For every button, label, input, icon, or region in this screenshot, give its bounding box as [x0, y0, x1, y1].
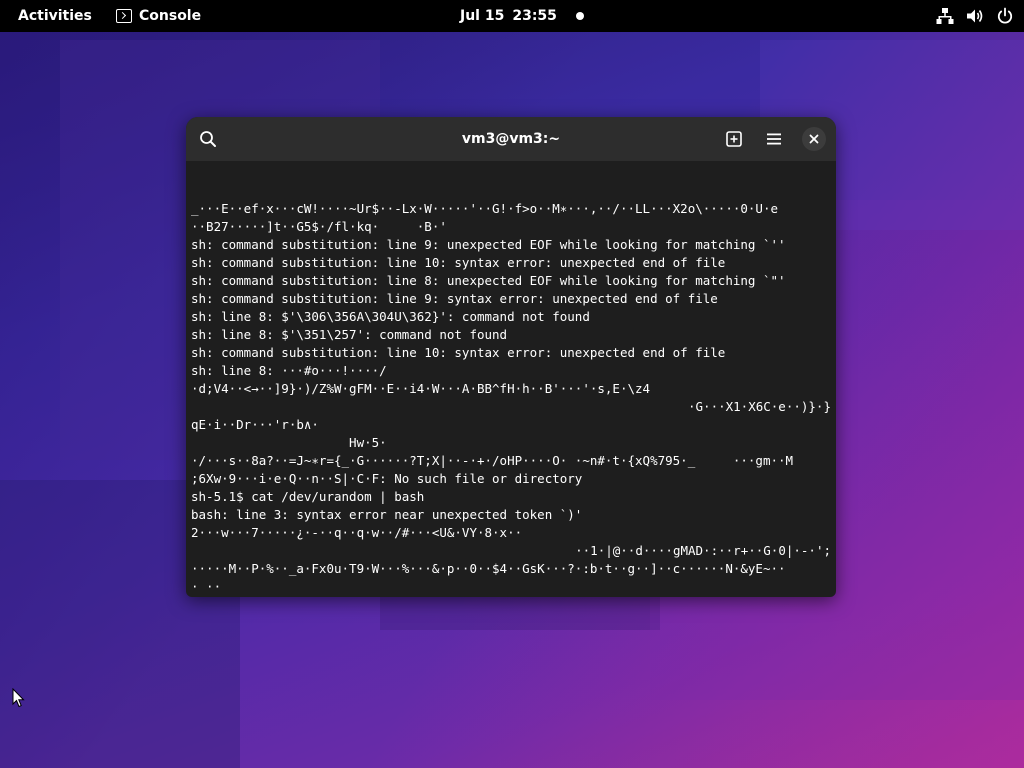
clock-date: Jul 15 [460, 8, 505, 24]
terminal-line: ··1·|@··d····gMAD·:··r+··G·0|·-·'; [575, 543, 831, 558]
terminal-line: ··B27·····]t··G5$·/fl·kq· ·B·' [191, 219, 447, 234]
terminal-line: sh-5.1$ cat /dev/urandom | bash [191, 489, 425, 504]
window-titlebar[interactable]: vm3@vm3:~ [186, 117, 836, 161]
terminal-line: · ··_ [191, 579, 229, 592]
terminal-line: qE·i··Dr···'r·b∧· [191, 417, 319, 432]
top-bar: Activities Console Jul 15 23:55 [0, 0, 1024, 32]
terminal-line: ·G···X1·X6C·e··)}·} [688, 399, 831, 414]
new-tab-button[interactable] [720, 125, 748, 153]
terminal-line: sh: command substitution: line 10: synta… [191, 345, 726, 360]
app-menu-label: Console [139, 8, 202, 24]
terminal-window[interactable]: vm3@vm3:~ _···E··ef·x···cW!····~Ur$··-Lx… [186, 117, 836, 597]
terminal-line: _···E··ef·x···cW!····~Ur$··-Lx·W·····'··… [191, 201, 778, 216]
mouse-pointer-icon [12, 687, 26, 712]
terminal-line: 2···w···7·····¿·-··q··q·w··/#···<U&·VY·8… [191, 525, 523, 540]
terminal-output[interactable]: _···E··ef·x···cW!····~Ur$··-Lx·W·····'··… [191, 164, 831, 592]
terminal-line: sh: command substitution: line 9: syntax… [191, 291, 718, 306]
terminal-line: sh: command substitution: line 8: unexpe… [191, 273, 786, 288]
terminal-line: sh: command substitution: line 10: synta… [191, 255, 726, 270]
network-icon[interactable] [936, 7, 954, 25]
close-icon [809, 134, 819, 144]
terminal-line: bash: line 3: syntax error near unexpect… [191, 507, 583, 522]
terminal-line: ·····M··P·%··_a·Fx0u·T9·W···%···&·p··0··… [191, 561, 786, 576]
main-menu-button[interactable] [760, 125, 788, 153]
volume-icon[interactable] [966, 7, 984, 25]
notification-dot-icon [576, 12, 584, 20]
clock-button[interactable]: Jul 15 23:55 [460, 0, 557, 32]
system-tray[interactable] [936, 0, 1014, 32]
clock-time: 23:55 [512, 8, 557, 24]
activities-button[interactable]: Activities [10, 0, 100, 32]
terminal-line: ·d;V4··<→··]9}·)/Z%W·gFM··E··i4·W···A·BB… [191, 381, 651, 396]
close-button[interactable] [800, 125, 828, 153]
terminal-line: sh: line 8: ···#o···!····/ [191, 363, 387, 378]
terminal-line: Hw·5· [191, 435, 387, 450]
terminal-line: sh: line 8: $'\306\356A\304U\362}': comm… [191, 309, 590, 324]
console-icon [116, 9, 132, 23]
terminal-line: sh: line 8: $'\351\257': command not fou… [191, 327, 508, 342]
terminal-line: ·/···s··8a?··=J~∗r={_·G······?T;X|··-·+·… [191, 453, 794, 468]
terminal-line: sh: command substitution: line 9: unexpe… [191, 237, 786, 252]
terminal-line: ;6Xw·9···i·e·Q··n··S|·C·F: No such file … [191, 471, 583, 486]
hamburger-menu-icon [767, 133, 781, 145]
app-menu-button[interactable]: Console [108, 0, 209, 32]
power-icon[interactable] [996, 7, 1014, 25]
new-tab-icon [726, 131, 742, 147]
